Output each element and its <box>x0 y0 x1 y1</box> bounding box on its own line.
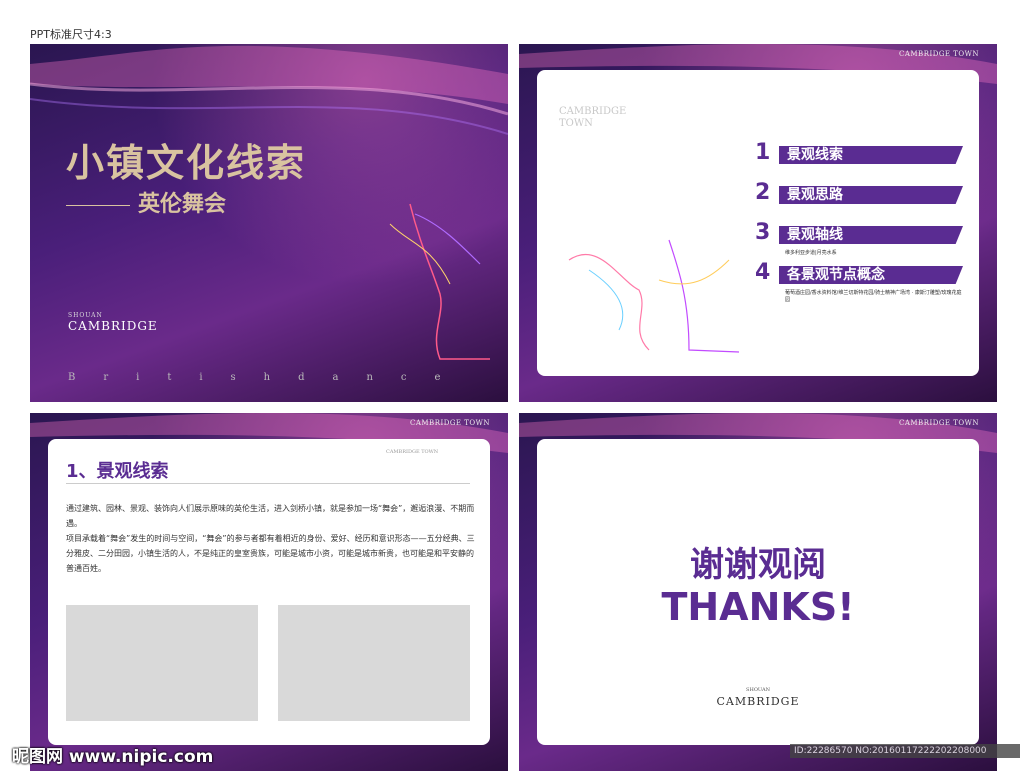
corner-brand: CAMBRIDGE TOWN <box>898 50 979 58</box>
menu-num: 2 <box>755 180 771 205</box>
dancer-line-icon <box>389 203 490 360</box>
card-brand: CAMBRIDGE TOWN <box>559 106 627 129</box>
dancers-icon <box>568 239 739 353</box>
cover-title: 小镇文化线索 <box>66 140 307 185</box>
menu-label: 景观轴线 <box>787 227 843 243</box>
section-heading: 1、景观线索 <box>66 461 169 482</box>
slide-contents[interactable]: CAMBRIDGE TOWN CAMBRIDGE TOWN 1 景观线索 2 景… <box>519 44 997 402</box>
slide-thanks[interactable]: CAMBRIDGE TOWN 谢谢观阅 THANKS! SHOUAN CAMBR… <box>519 413 997 771</box>
corner-brand: CAMBRIDGE TOWN <box>409 419 490 427</box>
menu-label: 景观思路 <box>787 187 843 203</box>
cover-subtitle: 英伦舞会 <box>138 191 227 217</box>
menu-note-4: 葡萄酒庄园/香水资料馆/维兰切斯特花园/骑士精神广场湾 · 康斯汀雕塑/玫瑰花庭… <box>785 290 962 303</box>
slide-landscape-clues[interactable]: CAMBRIDGE TOWN 1、景观线索 CAMBRIDGE TOWN 通过建… <box>30 413 508 771</box>
brand-small: SHOUAN <box>68 312 103 319</box>
paragraph-2: 项目承载着“舞会”发生的时间与空间，“舞会”的参与者都有着相近的身份、爱好、经历… <box>66 534 475 573</box>
menu-num: 3 <box>755 220 771 245</box>
menu-num: 4 <box>755 260 771 285</box>
cover-subtitle-wrap: 英伦舞会 <box>66 186 226 218</box>
brand-small: SHOUAN <box>746 687 770 693</box>
slide-cover[interactable]: 小镇文化线索 英伦舞会 SHOUAN CAMBRIDGE Britishdanc… <box>30 44 508 402</box>
dash-line <box>66 204 130 206</box>
menu-num: 1 <box>755 140 771 165</box>
body-text: 通过建筑、园林、景观、装饰向人们展示原味的英伦生活，进入剑桥小镇，就是参加一场“… <box>66 501 478 576</box>
content-card: 1、景观线索 CAMBRIDGE TOWN 通过建筑、园林、景观、装饰向人们展示… <box>48 439 490 745</box>
menu-note-3: 维多利亚步道|月亮水系 <box>785 250 837 256</box>
heading-divider <box>66 483 470 484</box>
size-label: PPT标准尺寸4:3 <box>30 28 112 41</box>
content-card: 谢谢观阅 THANKS! SHOUAN CAMBRIDGE <box>537 439 979 745</box>
mini-logo: CAMBRIDGE TOWN <box>386 449 439 455</box>
menu-item-4[interactable]: 4 各景观节点概念 <box>755 260 981 286</box>
thanks-en: THANKS! <box>661 585 855 629</box>
brand-logo: CAMBRIDGE <box>716 695 800 708</box>
image-id: ID:22286570 NO:20160117222202208000 <box>790 744 1020 758</box>
menu-item-3[interactable]: 3 景观轴线 <box>755 220 981 246</box>
image-placeholder-1 <box>66 605 258 721</box>
menu-item-1[interactable]: 1 景观线索 <box>755 140 981 166</box>
tagline: Britishdance <box>68 372 469 383</box>
menu-label: 景观线索 <box>787 147 843 163</box>
menu-item-2[interactable]: 2 景观思路 <box>755 180 981 206</box>
brand-logo: CAMBRIDGE <box>68 319 158 333</box>
site-watermark: 昵图网 www.nipic.com <box>12 747 214 767</box>
thanks-cn: 谢谢观阅 <box>690 545 826 585</box>
menu-label: 各景观节点概念 <box>787 267 885 283</box>
corner-brand: CAMBRIDGE TOWN <box>898 419 979 427</box>
content-card: CAMBRIDGE TOWN 1 景观线索 2 景观思路 3 景观轴线 维多利亚… <box>537 70 979 376</box>
image-placeholder-2 <box>278 605 470 721</box>
paragraph-1: 通过建筑、园林、景观、装饰向人们展示原味的英伦生活，进入剑桥小镇，就是参加一场“… <box>66 504 475 528</box>
